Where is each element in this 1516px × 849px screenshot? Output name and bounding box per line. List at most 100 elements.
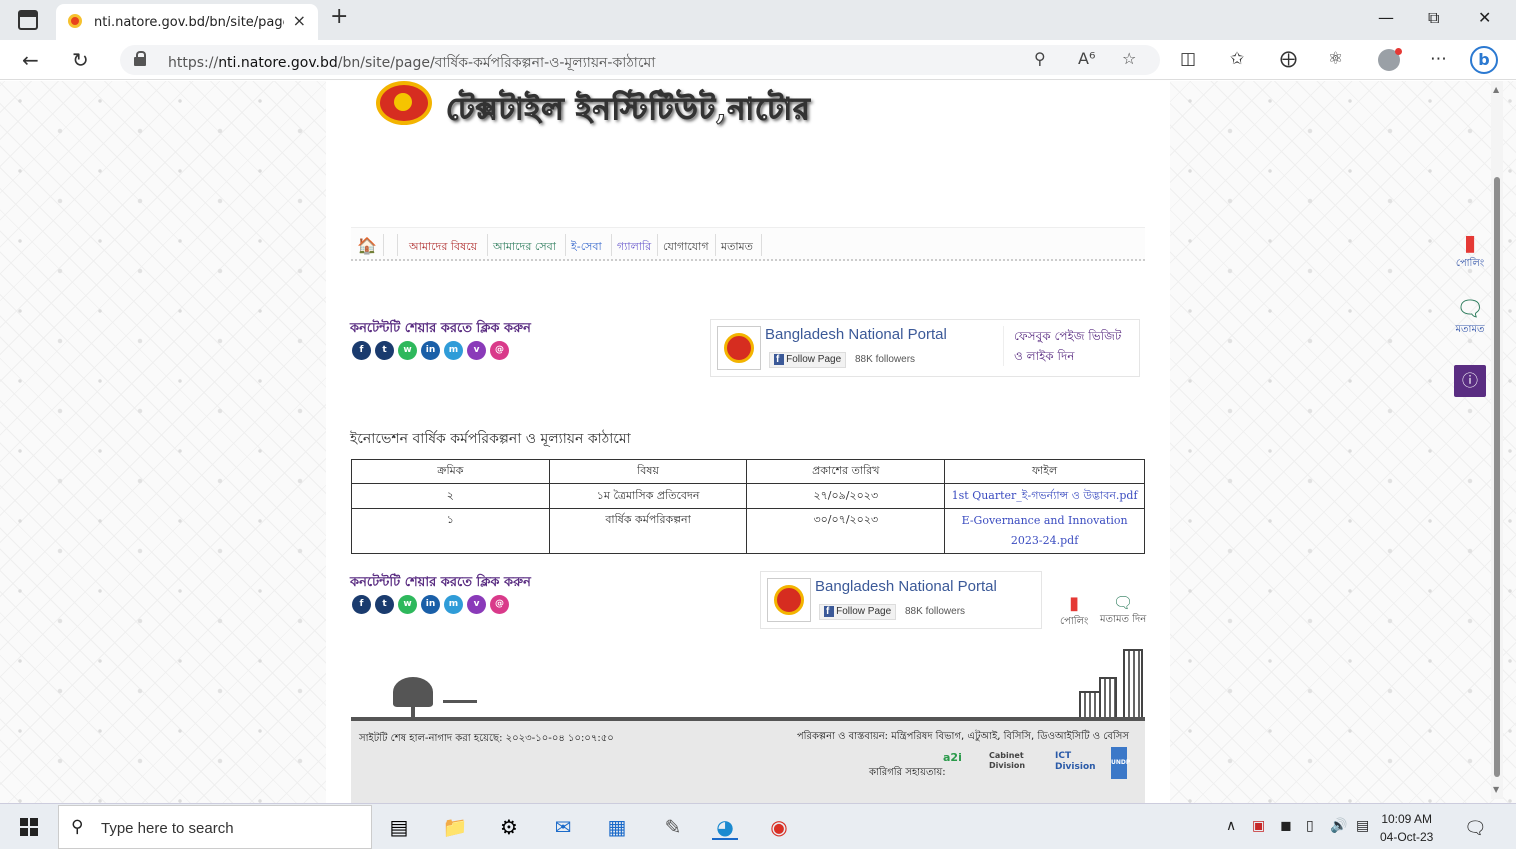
government-logo[interactable]: [376, 81, 432, 125]
mail-icon[interactable]: ✉: [550, 814, 576, 840]
tab-actions-icon[interactable]: [18, 10, 38, 30]
follow-page-button[interactable]: Follow Page: [819, 604, 897, 620]
menu-item-gallery[interactable]: গ্যালারি: [617, 238, 651, 257]
side-feedback-widget[interactable]: 🗨 মতামত: [1450, 297, 1490, 339]
linkedin-share-icon[interactable]: in: [421, 595, 440, 614]
tab-title: nti.natore.gov.bd/bn/site/page/বার্ষিক: [94, 15, 284, 30]
a2i-logo[interactable]: a2i: [943, 751, 962, 781]
whatsapp-share-icon[interactable]: w: [398, 595, 417, 614]
favorites-icon[interactable]: ✩: [1230, 49, 1244, 69]
favorite-star-icon[interactable]: ☆: [1122, 49, 1136, 68]
email-share-icon[interactable]: @: [490, 341, 509, 360]
facebook-visit-link[interactable]: ফেসবুক পেইজ ভিজিট ও লাইক দিন: [1003, 326, 1133, 366]
menu-divider: [715, 234, 716, 256]
file-link[interactable]: 1st Quarter_ই-গভর্ন্যান্স ও উদ্ভাবন.pdf: [944, 483, 1145, 509]
network-icon[interactable]: ▤: [1356, 818, 1369, 834]
split-screen-icon[interactable]: ◫: [1180, 49, 1196, 69]
notifications-icon[interactable]: 🗨: [1464, 818, 1487, 839]
system-clock[interactable]: 10:09 AM 04-Oct-23: [1380, 810, 1433, 846]
collections-icon[interactable]: ⨁: [1280, 49, 1297, 69]
feedback-widget[interactable]: 🗨 মতামত দিন: [1100, 593, 1146, 629]
windows-taskbar: ⚲ Type here to search ▤ 📁 ⚙ ✉ ▦ ✎ ◕ ◉ ∧ …: [0, 803, 1516, 849]
scroll-up-icon[interactable]: ▲: [1493, 85, 1499, 94]
viber-share-icon[interactable]: v: [467, 595, 486, 614]
date-cell: ২৭/০৯/২০২৩: [746, 483, 946, 509]
close-tab-icon[interactable]: ×: [293, 11, 306, 30]
clock-time: 10:09 AM: [1381, 812, 1433, 826]
settings-gear-icon[interactable]: ⚙: [496, 814, 522, 840]
task-view-icon[interactable]: ▤: [386, 814, 412, 840]
undp-logo[interactable]: UNDP: [1111, 747, 1130, 779]
search-placeholder: Type here to search: [101, 820, 234, 837]
whatsapp-share-icon[interactable]: w: [398, 341, 417, 360]
poll-widget[interactable]: ▮ পোলিং: [1060, 593, 1088, 631]
accessibility-icon[interactable]: ⓘ: [1454, 365, 1486, 397]
profile-avatar[interactable]: [1378, 48, 1402, 71]
file-link[interactable]: E-Governance and Innovation 2023-24.pdf: [944, 508, 1145, 554]
fence-illustration: [443, 700, 477, 703]
file-explorer-icon[interactable]: 📁: [442, 814, 468, 840]
scroll-thumb[interactable]: [1494, 177, 1500, 777]
messenger-share-icon[interactable]: m: [444, 341, 463, 360]
ict-division-logo[interactable]: ICT Division: [1055, 751, 1099, 781]
facebook-share-icon[interactable]: f: [352, 595, 371, 614]
facebook-share-icon[interactable]: f: [352, 341, 371, 360]
new-tab-button[interactable]: +: [330, 4, 348, 29]
messenger-share-icon[interactable]: m: [444, 595, 463, 614]
taskbar-search-input[interactable]: ⚲ Type here to search: [58, 805, 372, 849]
subject-cell: ১ম ত্রৈমাসিক প্রতিবেদন: [548, 483, 748, 509]
linkedin-share-icon[interactable]: in: [421, 341, 440, 360]
facebook-page-widget-bottom[interactable]: Bangladesh National Portal Follow Page 8…: [760, 571, 1042, 629]
minimize-icon[interactable]: —: [1378, 8, 1394, 27]
address-bar[interactable]: https://nti.natore.gov.bd/bn/site/page/ব…: [120, 45, 1160, 75]
menu-item-about[interactable]: আমাদের বিষয়ে: [409, 238, 477, 257]
chrome-browser-icon[interactable]: ◉: [766, 814, 792, 840]
menu-item-services[interactable]: আমাদের সেবা: [493, 238, 556, 257]
cabinet-division-logo[interactable]: Cabinet Division: [989, 751, 1027, 781]
scroll-down-icon[interactable]: ▼: [1493, 785, 1499, 794]
email-share-icon[interactable]: @: [490, 595, 509, 614]
table-row: ২ ১ম ত্রৈমাসিক প্রতিবেদন ২৭/০৯/২০২৩ 1st …: [351, 483, 1145, 509]
background-pattern-left: [0, 81, 330, 803]
url-text[interactable]: https://nti.natore.gov.bd/bn/site/page/ব…: [168, 51, 655, 75]
battery-icon[interactable]: ▯: [1306, 818, 1314, 834]
store-icon[interactable]: ▦: [604, 814, 630, 840]
tray-security-icon[interactable]: ◼: [1280, 818, 1292, 834]
portal-logo: [717, 326, 761, 370]
tray-app-icon[interactable]: ▣: [1252, 818, 1265, 834]
edge-browser-icon[interactable]: ◕: [712, 814, 738, 840]
read-aloud-icon[interactable]: A⁶: [1078, 49, 1095, 68]
side-poll-widget[interactable]: ▮ পোলিং: [1450, 231, 1490, 273]
twitter-share-icon[interactable]: t: [375, 341, 394, 360]
windows-start-icon[interactable]: [20, 818, 38, 836]
browser-tab[interactable]: nti.natore.gov.bd/bn/site/page/বার্ষিক ×: [56, 4, 318, 40]
close-window-icon[interactable]: ✕: [1478, 8, 1491, 27]
home-icon[interactable]: 🏠: [357, 236, 377, 255]
facebook-page-widget[interactable]: Bangladesh National Portal Follow Page 8…: [710, 319, 1140, 377]
page-scrollbar[interactable]: ▲ ▼: [1491, 81, 1503, 799]
site-title[interactable]: টেক্সটাইল ইনস্টিটিউট,নাটোর: [446, 85, 811, 136]
more-menu-icon[interactable]: ⋯: [1430, 49, 1447, 69]
menu-item-contact[interactable]: যোগাযোগ: [663, 238, 709, 257]
menu-item-e-service[interactable]: ই-সেবা: [571, 238, 602, 257]
follow-page-button[interactable]: Follow Page: [769, 352, 847, 368]
menu-divider: [383, 234, 384, 256]
pen-app-icon[interactable]: ✎: [660, 814, 686, 840]
menu-item-feedback[interactable]: মতামত: [721, 238, 753, 257]
viber-share-icon[interactable]: v: [467, 341, 486, 360]
back-icon[interactable]: ←: [22, 48, 39, 72]
footer-credit: পরিকল্পনা ও বাস্তবায়ন: মন্ত্রিপরিষদ বিভ…: [796, 731, 1129, 742]
serial-cell: ২: [351, 483, 550, 509]
tray-expand-icon[interactable]: ∧: [1226, 818, 1236, 834]
twitter-share-icon[interactable]: t: [375, 595, 394, 614]
facebook-page-name[interactable]: Bangladesh National Portal: [815, 578, 997, 595]
facebook-page-name[interactable]: Bangladesh National Portal: [765, 326, 947, 343]
bing-chat-icon[interactable]: b: [1470, 46, 1498, 74]
lock-icon[interactable]: [134, 51, 146, 66]
refresh-icon[interactable]: ↻: [72, 48, 89, 72]
restore-icon[interactable]: ⧉: [1428, 8, 1439, 28]
menu-divider: [657, 234, 658, 256]
zoom-icon[interactable]: ⚲: [1034, 49, 1046, 68]
volume-icon[interactable]: 🔊: [1330, 818, 1347, 834]
extensions-icon[interactable]: ⚛: [1328, 49, 1343, 69]
